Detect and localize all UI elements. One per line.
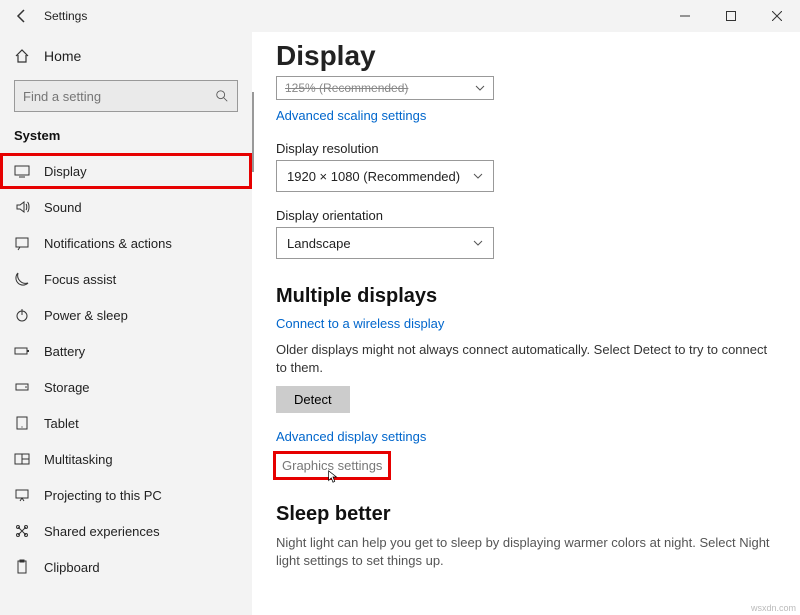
sidebar-item-projecting[interactable]: Projecting to this PC: [0, 477, 252, 513]
sound-icon: [14, 199, 30, 215]
section-label: System: [0, 124, 252, 153]
resolution-dropdown[interactable]: 1920 × 1080 (Recommended): [276, 160, 494, 192]
sidebar-item-label: Sound: [44, 200, 82, 215]
sidebar-item-label: Display: [44, 164, 87, 179]
sidebar-item-shared-experiences[interactable]: Shared experiences: [0, 513, 252, 549]
chevron-down-icon: [475, 83, 485, 93]
shared-icon: [14, 523, 30, 539]
tablet-icon: [14, 415, 30, 431]
sidebar-item-sound[interactable]: Sound: [0, 189, 252, 225]
back-icon[interactable]: [14, 8, 30, 24]
notifications-icon: [14, 235, 30, 251]
window-title: Settings: [44, 9, 87, 23]
close-button[interactable]: [754, 0, 800, 32]
sidebar-item-tablet[interactable]: Tablet: [0, 405, 252, 441]
battery-icon: [14, 343, 30, 359]
multitasking-icon: [14, 451, 30, 467]
sidebar-item-storage[interactable]: Storage: [0, 369, 252, 405]
power-icon: [14, 307, 30, 323]
home-link[interactable]: Home: [0, 40, 252, 72]
advanced-scaling-link[interactable]: Advanced scaling settings: [276, 108, 426, 123]
projecting-icon: [14, 487, 30, 503]
focus-assist-icon: [14, 271, 30, 287]
home-label: Home: [44, 48, 81, 64]
sleep-better-heading: Sleep better: [276, 503, 776, 526]
chevron-down-icon: [473, 238, 483, 248]
orientation-dropdown[interactable]: Landscape: [276, 227, 494, 259]
sidebar-item-notifications[interactable]: Notifications & actions: [0, 225, 252, 261]
storage-icon: [14, 379, 30, 395]
sidebar-item-label: Multitasking: [44, 452, 113, 467]
search-icon: [215, 89, 229, 103]
sleep-better-text: Night light can help you get to sleep by…: [276, 534, 776, 569]
connect-wireless-link[interactable]: Connect to a wireless display: [276, 316, 444, 331]
multiple-displays-heading: Multiple displays: [276, 285, 776, 308]
sidebar-item-label: Notifications & actions: [44, 236, 172, 251]
orientation-label: Display orientation: [276, 208, 776, 223]
display-icon: [14, 163, 30, 179]
title-bar: Settings: [0, 0, 800, 32]
content-area: Display 125% (Recommended) Advanced scal…: [252, 32, 800, 615]
home-icon: [14, 48, 30, 64]
sidebar-item-label: Tablet: [44, 416, 79, 431]
sidebar-item-label: Power & sleep: [44, 308, 128, 323]
graphics-settings-link[interactable]: Graphics settings: [276, 454, 388, 477]
scaling-value: 125% (Recommended): [285, 81, 408, 95]
sidebar-item-power-sleep[interactable]: Power & sleep: [0, 297, 252, 333]
sidebar: Home System Display Sound Notifications …: [0, 32, 252, 615]
detect-button[interactable]: Detect: [276, 386, 350, 413]
sidebar-item-label: Focus assist: [44, 272, 116, 287]
sidebar-item-label: Battery: [44, 344, 85, 359]
older-displays-text: Older displays might not always connect …: [276, 341, 776, 376]
advanced-display-link[interactable]: Advanced display settings: [276, 429, 776, 444]
scroll-indicator[interactable]: [252, 92, 254, 172]
cursor-icon: [326, 470, 340, 484]
sidebar-item-display[interactable]: Display: [0, 153, 252, 189]
search-input[interactable]: [23, 89, 215, 104]
chevron-down-icon: [473, 171, 483, 181]
clipboard-icon: [14, 559, 30, 575]
resolution-label: Display resolution: [276, 141, 776, 156]
minimize-button[interactable]: [662, 0, 708, 32]
sidebar-item-label: Clipboard: [44, 560, 100, 575]
page-title: Display: [276, 40, 776, 72]
sidebar-item-battery[interactable]: Battery: [0, 333, 252, 369]
sidebar-item-label: Projecting to this PC: [44, 488, 162, 503]
scaling-dropdown[interactable]: 125% (Recommended): [276, 76, 494, 100]
sidebar-item-label: Shared experiences: [44, 524, 160, 539]
sidebar-item-focus-assist[interactable]: Focus assist: [0, 261, 252, 297]
watermark: wsxdn.com: [751, 603, 796, 613]
sidebar-item-label: Storage: [44, 380, 90, 395]
search-box[interactable]: [14, 80, 238, 112]
sidebar-item-multitasking[interactable]: Multitasking: [0, 441, 252, 477]
maximize-button[interactable]: [708, 0, 754, 32]
resolution-value: 1920 × 1080 (Recommended): [287, 169, 460, 184]
orientation-value: Landscape: [287, 236, 351, 251]
sidebar-item-clipboard[interactable]: Clipboard: [0, 549, 252, 585]
